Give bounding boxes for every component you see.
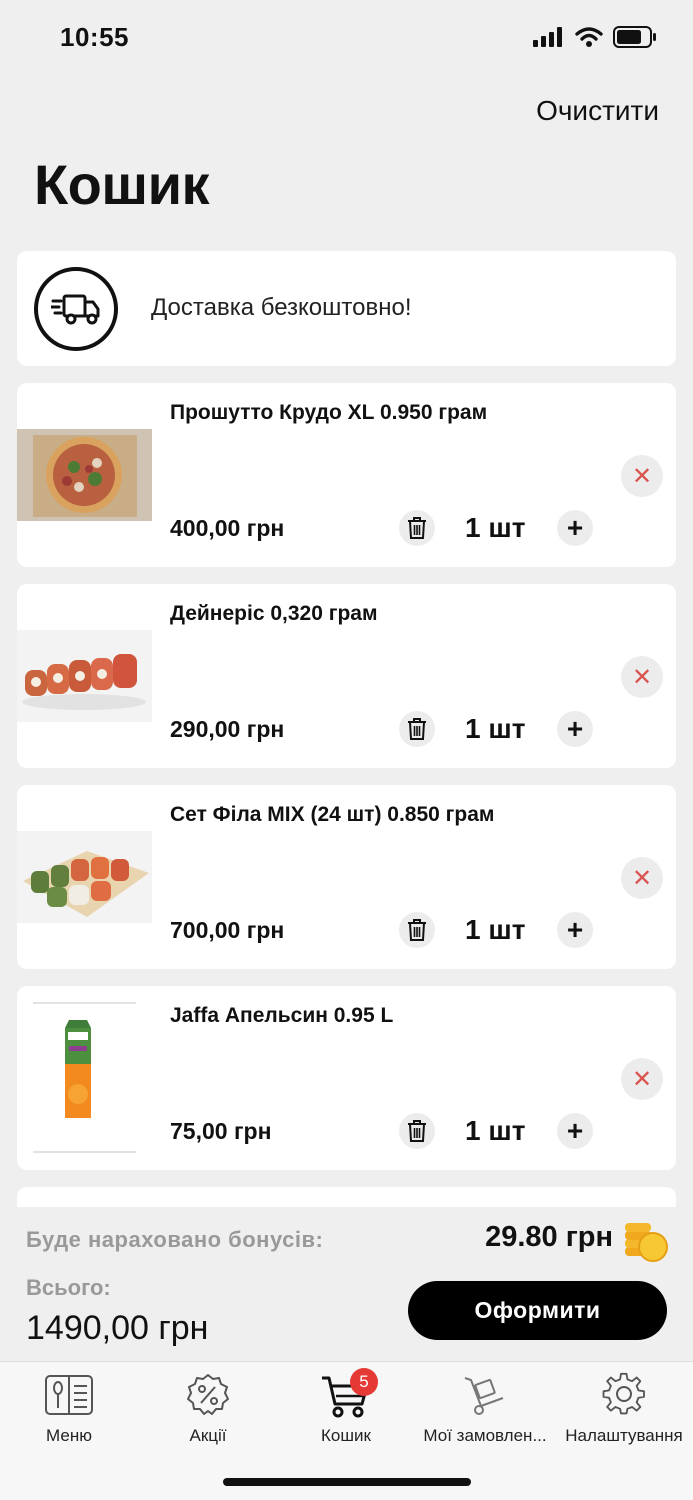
delivery-text: Доставка безкоштовно! — [151, 294, 412, 321]
discount-icon — [182, 1372, 234, 1418]
juice-carton-image — [17, 1002, 152, 1154]
item-name: Сет Філа MIX (24 шт) 0.850 грам — [170, 803, 495, 826]
settings-gear-icon — [598, 1372, 650, 1418]
item-quantity: 1 шт — [465, 512, 526, 543]
remove-item-button[interactable]: ✕ — [621, 656, 663, 698]
item-name: Прошутто Крудо XL 0.950 грам — [170, 401, 488, 424]
cart-icon: 5 — [320, 1368, 378, 1418]
status-icons — [533, 26, 657, 48]
cart-item: Jaffa Апельсин 0.95 L 75,00 грн 1 шт + ✕ — [17, 986, 676, 1170]
plus-icon: + — [566, 512, 584, 543]
tab-label: Налаштування — [565, 1426, 683, 1445]
plus-icon: + — [566, 1115, 584, 1146]
tab-cart[interactable]: 5 Кошик — [277, 1368, 415, 1446]
tab-menu[interactable]: Меню — [0, 1372, 138, 1446]
tab-label: Кошик — [321, 1426, 371, 1445]
coins-icon — [625, 1223, 668, 1262]
trash-icon — [408, 919, 426, 941]
wifi-icon — [575, 27, 603, 47]
plus-icon: + — [566, 914, 584, 945]
item-quantity: 1 шт — [465, 914, 526, 945]
item-price: 400,00 грн — [170, 515, 285, 541]
status-bar: 10:55 — [0, 0, 693, 80]
pizza-image — [17, 429, 152, 521]
cart-item: Прошутто Крудо XL 0.950 грам 400,00 грн … — [17, 383, 676, 567]
item-name: Jaffa Апельсин 0.95 L — [170, 1004, 394, 1027]
signal-icon — [533, 27, 562, 47]
delivery-dolly-icon — [459, 1372, 511, 1418]
increase-button[interactable]: + — [557, 510, 593, 546]
tab-my-orders[interactable]: Мої замовлен... — [416, 1372, 554, 1446]
clear-cart-button[interactable]: Очистити — [536, 95, 659, 127]
order-summary: Буде нараховано бонусів: 29.80 грн Всьог… — [0, 1207, 693, 1361]
remove-item-button[interactable]: ✕ — [621, 1058, 663, 1100]
decrease-button[interactable] — [399, 912, 435, 948]
remove-item-button[interactable]: ✕ — [621, 455, 663, 497]
sushi-roll-image — [17, 630, 152, 722]
trash-icon — [408, 1120, 426, 1142]
decrease-button[interactable] — [399, 510, 435, 546]
item-price: 290,00 грн — [170, 716, 285, 742]
bonus-value: 29.80 грн — [485, 1221, 613, 1253]
increase-button[interactable]: + — [557, 912, 593, 948]
item-quantity: 1 шт — [465, 713, 526, 744]
checkout-button[interactable]: Оформити — [408, 1281, 667, 1340]
tab-settings[interactable]: Налаштування — [555, 1372, 693, 1446]
delivery-banner: Доставка безкоштовно! — [17, 251, 676, 366]
status-time: 10:55 — [60, 22, 129, 52]
home-indicator[interactable] — [223, 1478, 471, 1486]
tab-label: Акції — [189, 1426, 227, 1445]
decrease-button[interactable] — [399, 1113, 435, 1149]
increase-button[interactable]: + — [557, 1113, 593, 1149]
battery-icon — [613, 26, 656, 48]
page-title: Кошик — [34, 153, 210, 216]
tab-promotions[interactable]: Акції — [139, 1372, 277, 1446]
decrease-button[interactable] — [399, 711, 435, 747]
remove-item-button[interactable]: ✕ — [621, 857, 663, 899]
item-price: 700,00 грн — [170, 917, 285, 943]
menu-book-icon — [43, 1372, 95, 1418]
trash-icon — [408, 718, 426, 740]
increase-button[interactable]: + — [557, 711, 593, 747]
trash-icon — [408, 517, 426, 539]
truck-icon — [34, 267, 118, 351]
cart-item: Сет Філа MIX (24 шт) 0.850 грам 700,00 г… — [17, 785, 676, 969]
tab-label: Меню — [46, 1426, 92, 1445]
close-icon: ✕ — [631, 864, 653, 892]
total-value: 1490,00 грн — [26, 1309, 209, 1347]
bonus-label: Буде нараховано бонусів: — [26, 1227, 324, 1252]
item-quantity: 1 шт — [465, 1115, 526, 1146]
total-label: Всього: — [26, 1275, 111, 1300]
plus-icon: + — [566, 713, 584, 744]
sushi-set-image — [17, 831, 152, 923]
close-icon: ✕ — [631, 663, 653, 691]
cart-badge: 5 — [350, 1368, 378, 1396]
close-icon: ✕ — [631, 1065, 653, 1093]
item-price: 75,00 грн — [170, 1118, 272, 1144]
close-icon: ✕ — [631, 462, 653, 490]
item-name: Дейнеріс 0,320 грам — [170, 602, 378, 625]
cart-item: Дейнеріс 0,320 грам 290,00 грн 1 шт + ✕ — [17, 584, 676, 768]
tab-label: Мої замовлен... — [423, 1426, 547, 1445]
